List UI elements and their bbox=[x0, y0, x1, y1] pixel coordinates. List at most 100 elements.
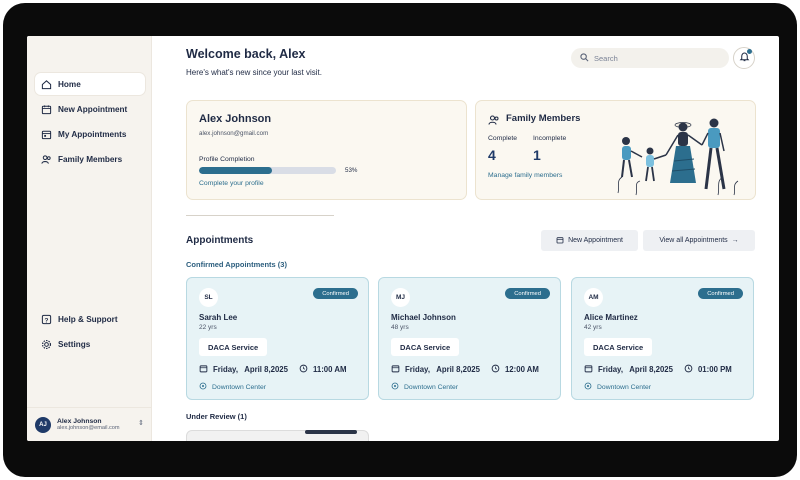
view-all-label: View all Appointments bbox=[659, 237, 728, 244]
gear-icon bbox=[41, 339, 52, 350]
sidebar-item-new-appointment[interactable]: New Appointment bbox=[35, 98, 145, 120]
search-icon bbox=[580, 52, 589, 64]
location-icon bbox=[584, 382, 592, 392]
clock-icon bbox=[491, 364, 500, 375]
svg-text:?: ? bbox=[45, 317, 49, 324]
service-tag: DACA Service bbox=[584, 338, 653, 356]
service-tag: DACA Service bbox=[199, 338, 268, 356]
calendar-icon bbox=[41, 129, 52, 140]
appointment-datetime: Friday, April 8,2025 11:00 AM bbox=[199, 364, 346, 375]
review-card-tab bbox=[305, 430, 357, 434]
calendar-icon bbox=[391, 364, 400, 375]
incomplete-count: 1 bbox=[533, 147, 541, 163]
avatar: SL bbox=[199, 288, 218, 307]
sidebar-item-my-appointments[interactable]: My Appointments bbox=[35, 123, 145, 145]
avatar: AJ bbox=[35, 416, 51, 433]
appointment-time: 01:00 PM bbox=[697, 365, 732, 374]
status-badge: Confirmed bbox=[698, 288, 743, 299]
complete-profile-link[interactable]: Complete your profile bbox=[199, 180, 264, 187]
appointment-date: Friday, April 8,2025 bbox=[598, 365, 673, 374]
main-content: Welcome back, Alex Here's what's new sin… bbox=[153, 36, 779, 441]
location-label: Downtown Center bbox=[404, 383, 459, 391]
clock-icon bbox=[684, 364, 693, 375]
app-screen: Home New Appointment My Appointments Fam… bbox=[27, 36, 779, 441]
appointment-location[interactable]: Downtown Center bbox=[391, 382, 458, 392]
user-info: Alex Johnson alex.johnson@email.com bbox=[57, 418, 120, 431]
profile-completion-bar bbox=[199, 167, 336, 174]
appointment-date: Friday, April 8,2025 bbox=[405, 365, 480, 374]
sidebar-item-family-members[interactable]: Family Members bbox=[35, 148, 145, 170]
user-account-switcher[interactable]: AJ Alex Johnson alex.johnson@email.com ⇕ bbox=[27, 407, 152, 441]
divider bbox=[186, 215, 334, 216]
appointment-name: Michael Johnson bbox=[391, 313, 456, 322]
appointment-datetime: Friday, April 8,2025 01:00 PM bbox=[584, 364, 732, 375]
calendar-plus-icon bbox=[41, 104, 52, 115]
appointment-location[interactable]: Downtown Center bbox=[199, 382, 266, 392]
appointment-card[interactable]: SL Confirmed Sarah Lee 22 yrs DACA Servi… bbox=[186, 277, 369, 400]
sidebar-item-label: Family Members bbox=[58, 154, 123, 164]
home-icon bbox=[41, 79, 52, 90]
page-title: Welcome back, Alex bbox=[186, 47, 306, 61]
profile-completion-percent: 53% bbox=[345, 167, 358, 174]
family-illustration bbox=[617, 118, 739, 196]
appointment-card[interactable]: AM Confirmed Alice Martinez 42 yrs DACA … bbox=[571, 277, 754, 400]
appointment-name: Alice Martinez bbox=[584, 313, 638, 322]
sidebar-item-label: Help & Support bbox=[58, 314, 118, 324]
arrow-right-icon: → bbox=[731, 237, 739, 244]
appointment-datetime: Friday, April 8,2025 12:00 AM bbox=[391, 364, 539, 375]
users-icon bbox=[488, 113, 500, 131]
location-icon bbox=[199, 382, 207, 392]
sidebar-item-home[interactable]: Home bbox=[35, 73, 145, 95]
profile-email: alex.johnson@gmail.com bbox=[199, 130, 269, 137]
profile-card: Alex Johnson alex.johnson@gmail.com Prof… bbox=[186, 100, 467, 200]
calendar-icon bbox=[584, 364, 593, 375]
users-icon bbox=[41, 154, 52, 165]
notification-dot bbox=[747, 49, 752, 54]
confirmed-appointments-heading: Confirmed Appointments (3) bbox=[186, 260, 287, 269]
service-tag: DACA Service bbox=[391, 338, 460, 356]
clock-icon bbox=[299, 364, 308, 375]
user-email: alex.johnson@email.com bbox=[57, 425, 120, 431]
sidebar-item-label: My Appointments bbox=[58, 129, 127, 139]
location-label: Downtown Center bbox=[597, 383, 652, 391]
view-all-appointments-button[interactable]: View all Appointments → bbox=[643, 230, 755, 251]
sidebar-item-label: New Appointment bbox=[58, 104, 128, 114]
calendar-plus-icon bbox=[556, 236, 564, 246]
new-appointment-button[interactable]: New Appointment bbox=[541, 230, 638, 251]
complete-label: Complete bbox=[488, 135, 518, 142]
profile-completion-label: Profile Completion bbox=[199, 156, 255, 163]
calendar-icon bbox=[199, 364, 208, 375]
search-placeholder: Search bbox=[594, 53, 618, 63]
under-review-card[interactable] bbox=[186, 430, 369, 441]
search-input[interactable]: Search bbox=[571, 48, 729, 68]
appointment-time: 11:00 AM bbox=[312, 365, 347, 374]
page-subtitle: Here's what's new since your last visit. bbox=[186, 68, 322, 77]
user-name: Alex Johnson bbox=[57, 418, 102, 425]
chevron-updown-icon: ⇕ bbox=[138, 420, 144, 427]
appointment-age: 42 yrs bbox=[584, 324, 602, 331]
device-frame: Home New Appointment My Appointments Fam… bbox=[3, 3, 797, 477]
manage-family-link[interactable]: Manage family members bbox=[488, 172, 562, 179]
appointment-card[interactable]: MJ Confirmed Michael Johnson 48 yrs DACA… bbox=[378, 277, 561, 400]
appointment-date: Friday, April 8,2025 bbox=[213, 365, 288, 374]
sidebar-item-settings[interactable]: Settings bbox=[35, 333, 145, 355]
sidebar-item-label: Home bbox=[58, 79, 81, 89]
location-label: Downtown Center bbox=[212, 383, 267, 391]
incomplete-label: Incomplete bbox=[533, 135, 567, 142]
profile-completion-fill bbox=[199, 167, 272, 174]
appointment-time: 12:00 AM bbox=[504, 365, 539, 374]
notifications-button[interactable] bbox=[733, 47, 755, 69]
new-appointment-label: New Appointment bbox=[568, 237, 623, 244]
appointment-location[interactable]: Downtown Center bbox=[584, 382, 651, 392]
under-review-heading: Under Review (1) bbox=[186, 412, 247, 421]
appointments-title: Appointments bbox=[186, 235, 254, 246]
appointment-age: 48 yrs bbox=[391, 324, 409, 331]
complete-count: 4 bbox=[488, 147, 496, 163]
avatar: AM bbox=[584, 288, 603, 307]
sidebar-item-help-support[interactable]: ? Help & Support bbox=[35, 308, 145, 330]
appointment-age: 22 yrs bbox=[199, 324, 217, 331]
family-members-card: Family Members Complete 4 Incomplete 1 M… bbox=[475, 100, 756, 200]
family-card-title: Family Members bbox=[506, 113, 581, 124]
sidebar: Home New Appointment My Appointments Fam… bbox=[27, 36, 152, 441]
sidebar-item-label: Settings bbox=[58, 339, 91, 349]
